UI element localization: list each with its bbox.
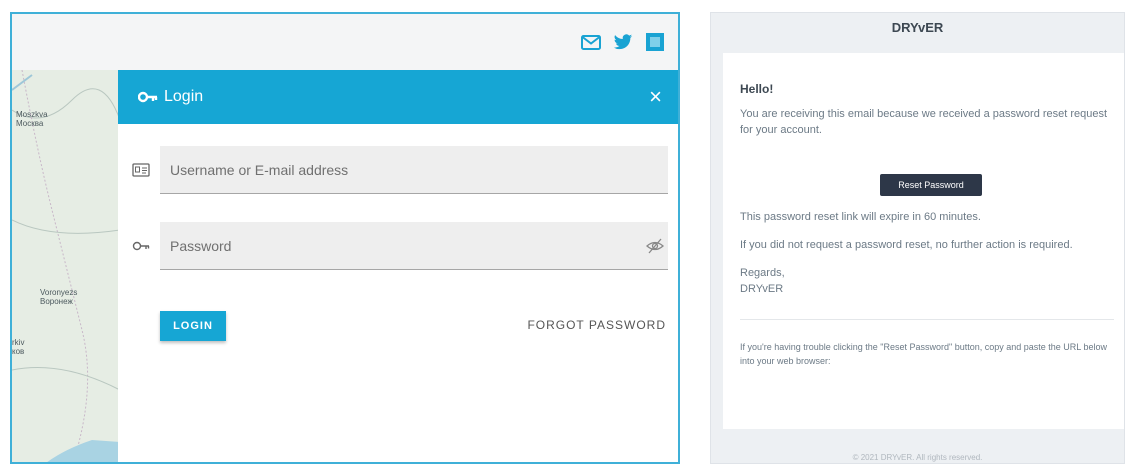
map-city-label: Moszkva Москва bbox=[16, 110, 48, 128]
username-row bbox=[118, 146, 678, 194]
login-modal-header: Login × bbox=[118, 70, 678, 124]
reset-password-button[interactable]: Reset Password bbox=[880, 174, 982, 196]
intro-text: You are receiving this email because we … bbox=[740, 108, 1108, 136]
email-brand: DRYvER bbox=[891, 20, 944, 35]
no-action-text: If you did not request a password reset,… bbox=[740, 239, 1073, 251]
login-modal: Login × LOGIN FORGOT PASSWORD bbox=[118, 70, 678, 462]
modal-title: Login bbox=[164, 88, 204, 105]
background-map: Moszkva Москва Voronyezs Воронеж rkiv ко… bbox=[12, 70, 120, 462]
forgot-password-link[interactable]: FORGOT PASSWORD bbox=[527, 318, 666, 332]
login-button[interactable]: LOGIN bbox=[160, 311, 226, 341]
reset-email: DRYvER Hello! You are receiving this ema… bbox=[710, 12, 1125, 464]
social-icons bbox=[580, 31, 666, 53]
greeting: Hello! bbox=[740, 82, 774, 96]
login-screen: Moszkva Москва Voronyezs Воронеж rkiv ко… bbox=[10, 12, 680, 464]
signature-text: DRYvER bbox=[740, 283, 784, 295]
username-input[interactable] bbox=[160, 146, 668, 194]
expire-text: This password reset link will expire in … bbox=[740, 211, 981, 223]
divider bbox=[740, 319, 1114, 320]
map-city-label: rkiv ков bbox=[12, 338, 25, 356]
mail-icon[interactable] bbox=[580, 31, 602, 53]
email-body: Hello! You are receiving this email beca… bbox=[723, 53, 1124, 429]
top-bar bbox=[12, 14, 678, 70]
social-icon[interactable] bbox=[644, 31, 666, 53]
password-input[interactable] bbox=[160, 222, 668, 270]
email-footer: © 2021 DRYvER. All rights reserved. bbox=[852, 453, 983, 462]
eye-off-icon[interactable] bbox=[646, 237, 664, 255]
password-row bbox=[118, 222, 678, 270]
key-icon bbox=[138, 91, 158, 103]
map-city-label: Voronyezs Воронеж bbox=[40, 288, 78, 306]
twitter-icon[interactable] bbox=[612, 31, 634, 53]
trouble-text: If you're having trouble clicking the "R… bbox=[740, 342, 1107, 366]
id-card-icon bbox=[132, 163, 150, 177]
close-icon[interactable]: × bbox=[649, 86, 662, 108]
regards-text: Regards, bbox=[740, 267, 785, 279]
key-icon bbox=[132, 241, 150, 251]
